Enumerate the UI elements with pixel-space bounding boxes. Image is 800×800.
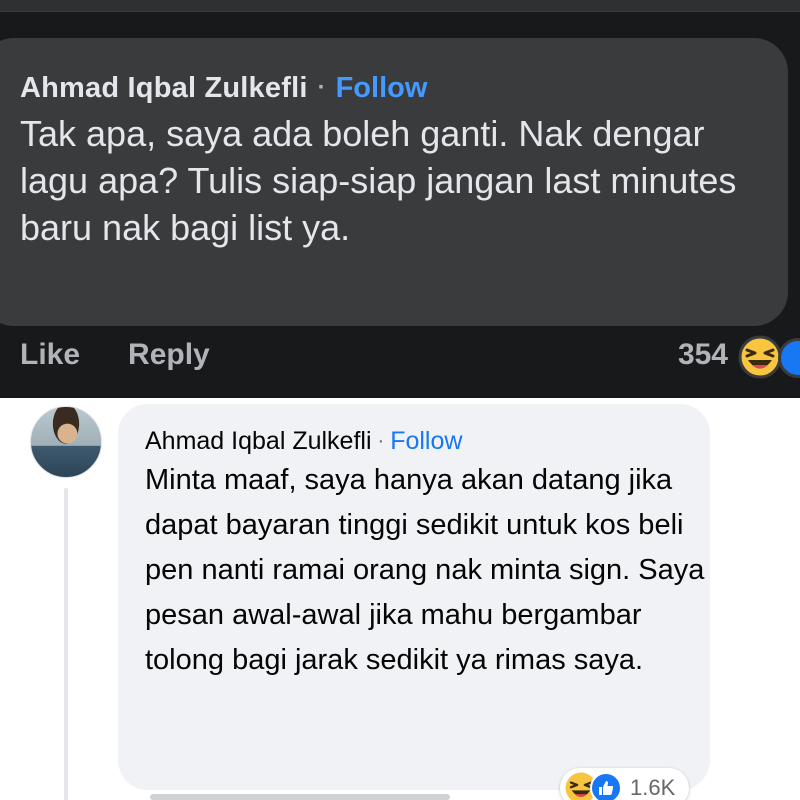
like-button[interactable]: Like [20,338,80,372]
comment-actions: Like Reply [20,338,210,372]
previous-comment-edge [0,0,800,12]
reaction-count[interactable]: 354 [678,338,728,372]
reaction-count: 1.6K [630,775,676,800]
reaction-summary[interactable]: 1.6K [560,768,690,800]
separator-dot: · [377,429,385,452]
comment-bubble: Ahmad Iqbal Zulkefli · Follow Minta maaf… [118,404,710,790]
reply-thread-line [64,488,68,800]
dark-comment-screenshot: Ahmad Iqbal Zulkefli · Follow Tak apa, s… [0,0,800,398]
comment-text: Tak apa, saya ada boleh ganti. Nak denga… [20,113,737,248]
author-name-link[interactable]: Ahmad Iqbal Zulkefli [145,427,372,456]
comment-bubble: Ahmad Iqbal Zulkefli · Follow Tak apa, s… [0,38,788,326]
follow-button[interactable]: Follow [390,427,462,456]
separator-dot: · [317,74,326,101]
reply-button[interactable]: Reply [128,338,210,372]
follow-button[interactable]: Follow [336,72,428,105]
comment-header: Ahmad Iqbal Zulkefli · Follow [145,426,690,456]
author-avatar[interactable] [30,406,102,478]
author-name-link[interactable]: Ahmad Iqbal Zulkefli [20,72,308,105]
light-comment-screenshot: Ahmad Iqbal Zulkefli · Follow Minta maaf… [0,398,800,800]
next-comment-edge [150,794,450,800]
comment-header: Ahmad Iqbal Zulkefli · Follow [20,70,768,106]
thumbs-up-icon [599,781,614,795]
haha-emoji-icon [738,335,782,379]
like-reaction-icon [590,772,622,800]
comment-text: Minta maaf, saya hanya akan datang jika … [145,464,705,676]
